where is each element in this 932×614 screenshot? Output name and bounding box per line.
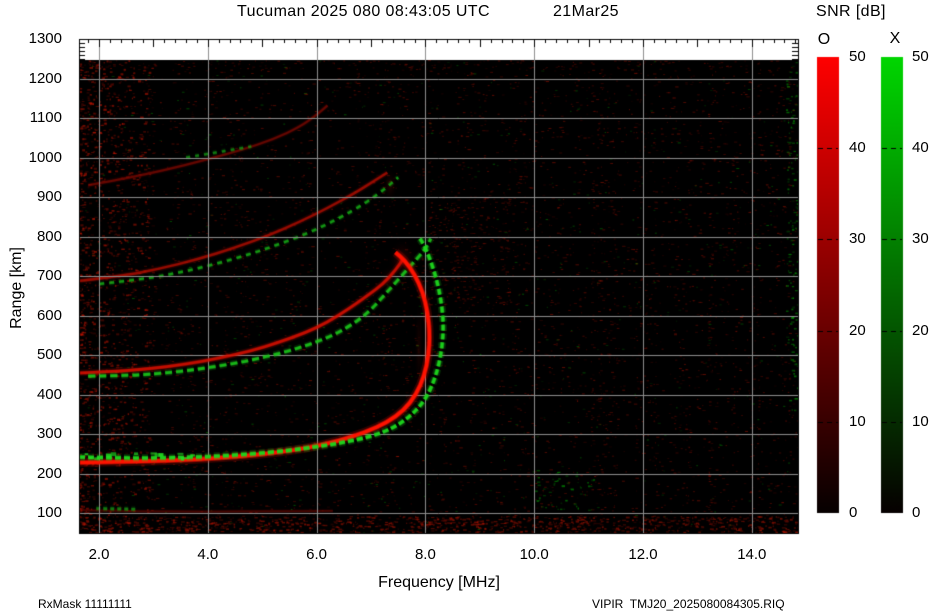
y-axis-tick-label: 1200 [28, 69, 62, 87]
y-axis-tick-label: 1000 [28, 148, 62, 166]
x-colorbar-tick-label: 0 [912, 504, 921, 521]
y-axis-tick-label: 600 [36, 306, 62, 324]
x-axis-tick-label: 6.0 [306, 546, 328, 563]
y-axis-tick-label: 900 [36, 188, 62, 206]
x-colorbar-tick-label: 30 [912, 230, 929, 248]
x-axis-tick-label: 8.0 [414, 546, 436, 563]
x-axis-tick-label: 10.0 [519, 546, 549, 563]
o-colorbar-tick-label: 10 [849, 412, 866, 430]
x-mode-label: X [889, 30, 901, 47]
y-axis-tick-label: 100 [36, 504, 62, 522]
ionogram-plot-canvas [0, 0, 932, 614]
y-axis-tick-label: 1300 [28, 30, 62, 47]
y-axis-tick-label: 200 [36, 464, 62, 482]
plot-title: Tucuman 2025 080 08:43:05 UTC [237, 3, 490, 20]
plot-date: 21Mar25 [553, 3, 619, 20]
o-mode-label: O [817, 31, 831, 48]
x-colorbar-tick-label: 10 [912, 412, 929, 430]
x-axis-tick-label: 2.0 [88, 546, 110, 563]
o-colorbar-tick-label: 20 [849, 321, 866, 339]
y-axis-tick-label: 700 [36, 267, 62, 285]
data-file-text: VIPIR TMJ20_2025080084305.RIQ [592, 597, 785, 611]
x-colorbar-tick-label: 50 [912, 48, 929, 65]
x-axis-tick-label: 4.0 [197, 546, 219, 563]
o-colorbar-tick-label: 40 [849, 139, 866, 157]
x-colorbar-tick-label: 20 [912, 321, 929, 339]
o-colorbar-tick-label: 50 [849, 48, 866, 65]
o-colorbar-tick-label: 30 [849, 230, 866, 248]
rxmask-text: RxMask 11111111 [38, 597, 132, 611]
y-axis-tick-label: 500 [36, 346, 62, 364]
y-axis-tick-label: 800 [36, 227, 62, 245]
o-colorbar-tick-label: 0 [849, 504, 858, 521]
snr-colorbar-title: SNR [dB] [816, 3, 886, 20]
x-colorbar-tick-label: 40 [912, 139, 929, 157]
y-axis-tick-label: 400 [36, 385, 62, 403]
x-axis-tick-label: 14.0 [737, 546, 767, 563]
x-axis-title: Frequency [MHz] [378, 574, 500, 591]
y-axis-tick-label: 1100 [29, 109, 62, 127]
y-axis-tick-label: 300 [36, 425, 62, 443]
x-axis-tick-label: 12.0 [628, 546, 658, 563]
